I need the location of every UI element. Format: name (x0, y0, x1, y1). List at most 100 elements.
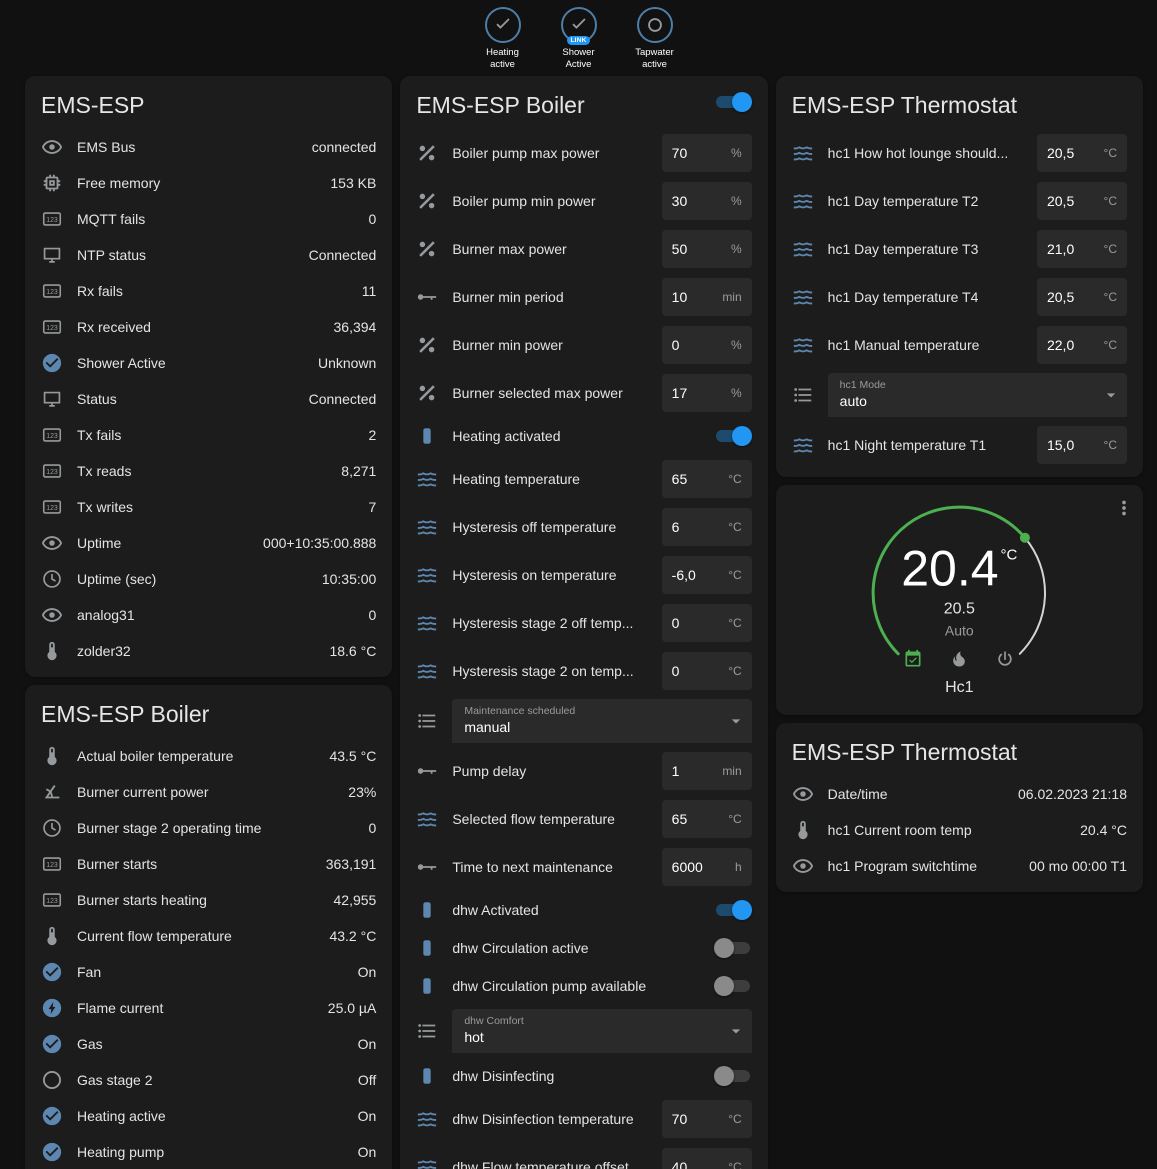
calendar-check-icon[interactable] (903, 649, 923, 669)
entity-row[interactable]: dhw Circulation active (400, 929, 767, 967)
select-field[interactable]: dhw Comforthot (452, 1009, 751, 1053)
entity-row[interactable]: 123Burner starts heating42,955 (25, 882, 392, 918)
entity-row[interactable]: Hysteresis off temperature6°C (400, 503, 767, 551)
entity-row[interactable]: hc1 How hot lounge should...20,5°C (776, 129, 1143, 177)
entity-row[interactable]: hc1 Day temperature T420,5°C (776, 273, 1143, 321)
entity-row[interactable]: dhw Disinfection temperature 70°C (400, 1095, 767, 1143)
number-input[interactable]: 0°C (662, 604, 752, 642)
entity-row[interactable]: analog310 (25, 597, 392, 633)
entity-row[interactable]: 123Rx fails11 (25, 273, 392, 309)
entity-row[interactable]: dhw Comforthot (400, 1005, 767, 1057)
entity-row[interactable]: Uptime (sec)10:35:00 (25, 561, 392, 597)
status-badge[interactable]: Heatingactive (472, 7, 534, 72)
entity-row[interactable]: dhw Disinfecting (400, 1057, 767, 1095)
entity-row[interactable]: Uptime000+10:35:00.888 (25, 525, 392, 561)
entity-row[interactable]: Burner min period10min (400, 273, 767, 321)
number-input[interactable]: 6°C (662, 508, 752, 546)
entity-row[interactable]: FanOn (25, 954, 392, 990)
dots-vertical-icon[interactable] (1113, 497, 1135, 519)
status-badge[interactable]: LINKShowerActive (548, 7, 610, 72)
entity-row[interactable]: 123MQTT fails0 (25, 201, 392, 237)
entity-row[interactable]: Boiler pump min power30% (400, 177, 767, 225)
number-input[interactable]: 40°C (662, 1148, 752, 1169)
entity-row[interactable]: Selected flow temperature65°C (400, 795, 767, 843)
entity-row[interactable]: hc1 Program switchtime00 mo 00:00 T1 (776, 848, 1143, 884)
entity-row[interactable]: Maintenance scheduledmanual (400, 695, 767, 747)
number-input[interactable]: 20,5°C (1037, 182, 1127, 220)
entity-row[interactable]: Hysteresis stage 2 on temp...0°C (400, 647, 767, 695)
entity-row[interactable]: Time to next maintenance6000h (400, 843, 767, 891)
entity-row[interactable]: hc1 Modeauto (776, 369, 1143, 421)
entity-row[interactable]: Pump delay1min (400, 747, 767, 795)
number-input[interactable]: 50% (662, 230, 752, 268)
number-input[interactable]: 6000h (662, 848, 752, 886)
number-input[interactable]: 20,5°C (1037, 134, 1127, 172)
entity-row[interactable]: hc1 Night temperature T115,0°C (776, 421, 1143, 469)
entity-row[interactable]: hc1 Day temperature T220,5°C (776, 177, 1143, 225)
entity-row[interactable]: GasOn (25, 1026, 392, 1062)
number-input[interactable]: 22,0°C (1037, 326, 1127, 364)
toggle-switch[interactable] (714, 976, 752, 996)
toggle-switch[interactable] (714, 426, 752, 446)
entity-row[interactable]: Burner stage 2 operating time0 (25, 810, 392, 846)
entity-row[interactable]: Free memory153 KB (25, 165, 392, 201)
number-input[interactable]: 17% (662, 374, 752, 412)
number-input[interactable]: 65°C (662, 460, 752, 498)
entity-row[interactable]: Burner max power50% (400, 225, 767, 273)
number-input[interactable]: 15,0°C (1037, 426, 1127, 464)
entity-label: dhw Disinfection temperature (452, 1111, 647, 1127)
entity-row[interactable]: hc1 Manual temperature22,0°C (776, 321, 1143, 369)
power-icon[interactable] (995, 649, 1015, 669)
entity-row[interactable]: Heating activated (400, 417, 767, 455)
entity-row[interactable]: 123Rx received36,394 (25, 309, 392, 345)
entity-row[interactable]: StatusConnected (25, 381, 392, 417)
toggle-switch[interactable] (714, 1066, 752, 1086)
entity-row[interactable]: hc1 Current room temp20.4 °C (776, 812, 1143, 848)
entity-row[interactable]: Heating temperature65°C (400, 455, 767, 503)
number-unit: % (731, 242, 742, 256)
toggle-switch[interactable] (714, 900, 752, 920)
number-input[interactable]: 0°C (662, 652, 752, 690)
number-input[interactable]: 20,5°C (1037, 278, 1127, 316)
entity-row[interactable]: hc1 Day temperature T321,0°C (776, 225, 1143, 273)
entity-row[interactable]: dhw Activated (400, 891, 767, 929)
toggle-switch[interactable] (714, 92, 752, 112)
status-badge[interactable]: Tapwateractive (624, 7, 686, 72)
entity-row[interactable]: EMS Busconnected (25, 129, 392, 165)
number-input[interactable]: 70% (662, 134, 752, 172)
entity-row[interactable]: Actual boiler temperature43.5 °C (25, 738, 392, 774)
entity-row[interactable]: Hysteresis stage 2 off temp...0°C (400, 599, 767, 647)
entity-row[interactable]: Gas stage 2Off (25, 1062, 392, 1098)
number-input[interactable]: 10min (662, 278, 752, 316)
entity-row[interactable]: 123Tx fails2 (25, 417, 392, 453)
number-input[interactable]: 1min (662, 752, 752, 790)
entity-row[interactable]: Hysteresis on temperature-6,0°C (400, 551, 767, 599)
entity-row[interactable]: Date/time06.02.2023 21:18 (776, 776, 1143, 812)
entity-row[interactable]: Current flow temperature43.2 °C (25, 918, 392, 954)
entity-row[interactable]: Boiler pump max power70% (400, 129, 767, 177)
entity-row[interactable]: Burner min power0% (400, 321, 767, 369)
fire-icon[interactable] (949, 649, 969, 669)
entity-row[interactable]: zolder3218.6 °C (25, 633, 392, 669)
toggle-switch[interactable] (714, 938, 752, 958)
entity-row[interactable]: 123Tx writes7 (25, 489, 392, 525)
select-field[interactable]: hc1 Modeauto (828, 373, 1127, 417)
select-field[interactable]: Maintenance scheduledmanual (452, 699, 751, 743)
entity-row[interactable]: Shower ActiveUnknown (25, 345, 392, 381)
entity-row[interactable]: Heating pumpOn (25, 1134, 392, 1169)
number-input[interactable]: 0% (662, 326, 752, 364)
number-input[interactable]: -6,0°C (662, 556, 752, 594)
entity-row[interactable]: 123Tx reads8,271 (25, 453, 392, 489)
entity-row[interactable]: 123Burner starts363,191 (25, 846, 392, 882)
entity-row[interactable]: Burner selected max power17% (400, 369, 767, 417)
entity-row[interactable]: Flame current25.0 µA (25, 990, 392, 1026)
number-input[interactable]: 65°C (662, 800, 752, 838)
entity-row[interactable]: Burner current power23% (25, 774, 392, 810)
number-input[interactable]: 30% (662, 182, 752, 220)
entity-row[interactable]: dhw Circulation pump available (400, 967, 767, 1005)
number-input[interactable]: 21,0°C (1037, 230, 1127, 268)
number-input[interactable]: 70°C (662, 1100, 752, 1138)
entity-row[interactable]: Heating activeOn (25, 1098, 392, 1134)
entity-row[interactable]: NTP statusConnected (25, 237, 392, 273)
entity-row[interactable]: dhw Flow temperature offset40°C (400, 1143, 767, 1169)
